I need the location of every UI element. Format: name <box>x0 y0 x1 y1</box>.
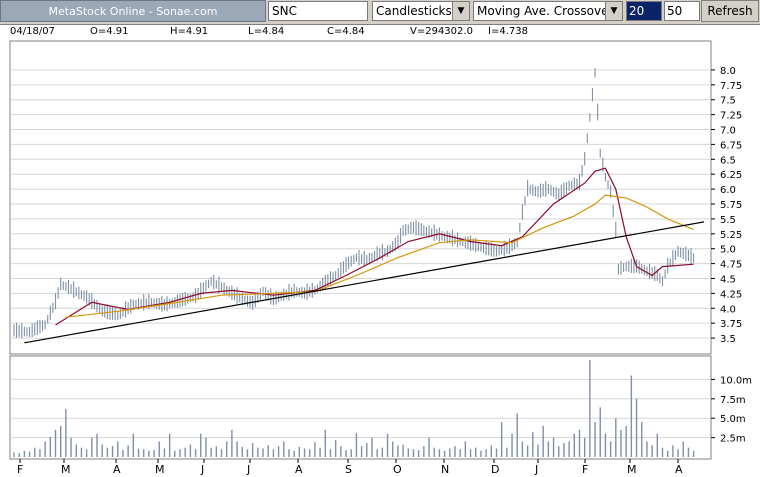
quote-close: C=4.84 <box>327 26 365 37</box>
volume-tick-label: 7.5m <box>720 395 746 406</box>
indicator-value: Moving Ave. Crossover <box>477 4 614 18</box>
month-tick-label: O <box>393 463 402 476</box>
price-tick-label: 5.75 <box>720 200 742 211</box>
price-tick-label: 6.25 <box>720 170 742 181</box>
month-tick-label: S <box>345 463 352 476</box>
quote-volume: V=294302.0 <box>410 26 473 37</box>
price-tick-label: 4.25 <box>720 289 742 300</box>
price-tick-label: 7.5 <box>720 96 736 107</box>
chevron-down-icon[interactable]: ▼ <box>452 2 469 20</box>
chart-style-value: Candlesticks <box>376 4 452 18</box>
price-tick-label: 7.0 <box>720 126 736 137</box>
quote-info-bar: 04/18/07 O=4.91 H=4.91 L=4.84 C=4.84 V=2… <box>0 24 760 40</box>
month-tick-label: M <box>627 463 637 476</box>
month-tick-label: F <box>582 463 588 476</box>
volume-tick-label: 2.5m <box>720 434 746 445</box>
price-tick-label: 8.0 <box>720 66 736 77</box>
volume-tick-label: 5.0m <box>720 414 746 425</box>
price-tick-label: 3.5 <box>720 334 736 345</box>
brand-label: MetaStock Online - Sonae.com <box>0 0 266 22</box>
indicator-select[interactable]: Moving Ave. Crossover ▼ <box>473 1 623 21</box>
price-tick-label: 4.0 <box>720 304 736 315</box>
price-tick-label: 4.75 <box>720 260 742 271</box>
refresh-button[interactable]: Refresh <box>701 0 759 22</box>
chart-style-select[interactable]: Candlesticks ▼ <box>372 1 470 21</box>
price-tick-label: 6.0 <box>720 185 736 196</box>
price-tick-label: 5.25 <box>720 230 742 241</box>
quote-low: L=4.84 <box>248 26 285 37</box>
month-tick-label: A <box>675 463 683 476</box>
price-tick-label: 4.5 <box>720 274 736 285</box>
price-tick-label: 7.75 <box>720 81 742 92</box>
quote-date: 04/18/07 <box>10 26 55 37</box>
price-tick-label: 6.5 <box>720 155 736 166</box>
month-tick-label: F <box>17 463 23 476</box>
stock-chart[interactable]: 8.0 7.75 7.5 7.25 7.0 6.75 6.5 6.25 6.0 5.75 5.5 5.… <box>0 40 760 477</box>
chevron-down-icon[interactable]: ▼ <box>605 2 622 20</box>
month-tick-label: J <box>246 463 250 476</box>
toolbar: MetaStock Online - Sonae.com Candlestick… <box>0 0 760 25</box>
price-tick-label: 7.25 <box>720 111 742 122</box>
month-tick-label: A <box>295 463 303 476</box>
month-tick-label: N <box>441 463 449 476</box>
quote-open: O=4.91 <box>90 26 129 37</box>
price-tick-label: 5.0 <box>720 245 736 256</box>
volume-tick-label: 10.0m <box>720 375 752 386</box>
month-tick-label: D <box>491 463 499 476</box>
price-tick-label: 5.5 <box>720 215 736 226</box>
month-tick-label: M <box>155 463 165 476</box>
month-tick-label: A <box>113 463 121 476</box>
quote-high: H=4.91 <box>170 26 209 37</box>
price-tick-label: 3.75 <box>720 319 742 330</box>
fast-period-input[interactable] <box>626 1 662 21</box>
slow-period-input[interactable] <box>664 1 700 21</box>
month-tick-label: M <box>61 463 71 476</box>
quote-indicator: I=4.738 <box>488 26 528 37</box>
month-tick-label: J <box>534 463 538 476</box>
ticker-input[interactable] <box>268 1 368 21</box>
month-tick-label: J <box>200 463 204 476</box>
price-tick-label: 6.75 <box>720 140 742 151</box>
